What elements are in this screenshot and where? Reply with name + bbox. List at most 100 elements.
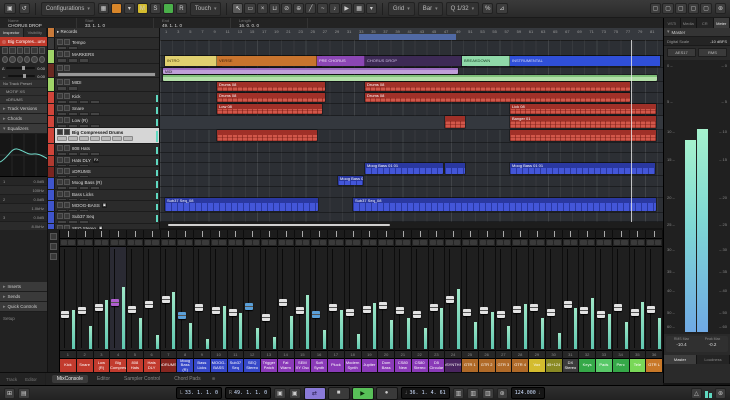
solo-button[interactable] bbox=[503, 240, 511, 245]
mixer-channel-modern-synth[interactable]: 18 Modern Synth bbox=[344, 230, 362, 372]
track-button[interactable] bbox=[57, 124, 67, 127]
meter-mode-aes17[interactable]: AES17 bbox=[667, 48, 696, 57]
window-zone-button-1[interactable]: ▢ bbox=[662, 3, 674, 14]
solo-button[interactable] bbox=[64, 202, 70, 208]
track-button[interactable] bbox=[90, 124, 100, 127]
mute-button[interactable] bbox=[262, 240, 269, 245]
track-row-low-r-[interactable]: Low (R) bbox=[48, 116, 159, 128]
eq-row-0[interactable]: 1 0.0dB bbox=[0, 177, 47, 186]
pan-control[interactable] bbox=[127, 230, 143, 239]
track-button[interactable] bbox=[57, 175, 67, 177]
track-button[interactable] bbox=[57, 152, 67, 155]
audio-part-moog-bass-01-01[interactable]: Moog Bass 01 01 bbox=[365, 163, 443, 174]
tool-icon-1[interactable]: ▭ bbox=[244, 3, 257, 14]
fader-lane[interactable] bbox=[311, 247, 327, 351]
solo-button[interactable] bbox=[604, 240, 611, 245]
solo-button[interactable] bbox=[64, 179, 70, 185]
channel-name[interactable]: CS80 Stereo bbox=[411, 359, 428, 372]
fader-lane[interactable] bbox=[194, 247, 210, 351]
right-locator-field[interactable]: R 49. 1. 1. 0 bbox=[225, 387, 272, 399]
marker-2-button[interactable]: ▥ bbox=[467, 387, 479, 399]
fader-cap[interactable] bbox=[530, 303, 538, 311]
pan-control[interactable] bbox=[60, 230, 76, 239]
mute-button[interactable] bbox=[630, 240, 637, 245]
channel-name[interactable]: GTR 3 bbox=[495, 359, 512, 372]
solo-button[interactable] bbox=[85, 240, 92, 245]
routing-row-1[interactable]: MOTIF XS bbox=[0, 88, 47, 96]
channel-name[interactable]: GTR 2 bbox=[478, 359, 495, 372]
pan-control[interactable] bbox=[428, 230, 445, 239]
track-button[interactable] bbox=[90, 100, 100, 103]
solo-button[interactable] bbox=[64, 79, 70, 85]
channel-name[interactable]: Kick bbox=[60, 359, 76, 372]
fader-lane[interactable] bbox=[545, 247, 562, 351]
fader-cap[interactable] bbox=[278, 298, 287, 306]
fader-lane[interactable] bbox=[344, 247, 361, 351]
track-button[interactable] bbox=[79, 124, 89, 127]
channel-name[interactable]: Pads bbox=[596, 359, 612, 372]
eq-row-4[interactable]: 3 0.0dB bbox=[0, 213, 47, 222]
mixer-channel-keys[interactable]: 32 Keys bbox=[579, 230, 596, 372]
track-button[interactable] bbox=[68, 46, 78, 49]
midi-part[interactable] bbox=[163, 75, 657, 81]
audio-part-drums-08[interactable]: Drums 08 bbox=[365, 93, 630, 102]
fader-lane[interactable] bbox=[562, 247, 579, 351]
mute-button[interactable] bbox=[57, 157, 63, 163]
pan-control[interactable] bbox=[294, 230, 311, 239]
mute-button[interactable] bbox=[647, 240, 654, 245]
configurations-dropdown[interactable]: Configurations ▾ bbox=[40, 1, 95, 16]
channel-name[interactable]: Bass Licks bbox=[194, 359, 210, 372]
inspector-tab-visibility[interactable]: Visibility bbox=[23, 28, 47, 37]
solo-button[interactable] bbox=[587, 240, 594, 245]
track-button[interactable] bbox=[79, 152, 89, 155]
left-zone-tab-track[interactable]: Track bbox=[4, 377, 19, 382]
play-button[interactable]: ▶ bbox=[351, 386, 374, 400]
audio-part-low-08[interactable]: Low 08 bbox=[217, 104, 322, 114]
solo-button[interactable] bbox=[403, 240, 410, 245]
fader-lane[interactable] bbox=[210, 247, 227, 351]
marker-part-intro[interactable]: INTRO bbox=[165, 56, 221, 66]
scrollbar-thumb[interactable] bbox=[168, 224, 390, 226]
playhead[interactable] bbox=[631, 40, 632, 222]
track-button[interactable] bbox=[57, 209, 67, 211]
mute-button[interactable] bbox=[312, 240, 319, 245]
mute-button[interactable] bbox=[412, 240, 420, 245]
pan-control[interactable] bbox=[562, 230, 579, 239]
track-button[interactable] bbox=[101, 136, 111, 141]
mixer-channel-808-hats[interactable]: 5 808 Hats bbox=[127, 230, 144, 372]
window-zone-button-0[interactable]: ▢ bbox=[649, 3, 662, 14]
transport-grid-icon[interactable]: ⊞ bbox=[4, 387, 16, 399]
track-row-moog-bass-r-[interactable]: Moog Bass (R) bbox=[48, 178, 159, 190]
fader-lane[interactable] bbox=[127, 247, 143, 351]
mute-button[interactable] bbox=[111, 240, 118, 245]
solo-button[interactable] bbox=[369, 240, 377, 245]
track-button[interactable] bbox=[68, 152, 78, 155]
channel-name[interactable]: Perc bbox=[612, 359, 629, 372]
fader-cap[interactable] bbox=[630, 308, 639, 316]
fader-cap[interactable] bbox=[345, 308, 354, 316]
mute-button[interactable] bbox=[57, 225, 63, 229]
mute-button[interactable] bbox=[429, 240, 436, 245]
fader-lane[interactable] bbox=[629, 247, 646, 351]
freeze-button[interactable] bbox=[38, 47, 45, 54]
mute-button[interactable] bbox=[57, 179, 63, 185]
edit-button[interactable] bbox=[31, 47, 38, 54]
solo-button[interactable] bbox=[336, 240, 343, 245]
solo-button[interactable] bbox=[64, 105, 70, 111]
solo-button[interactable] bbox=[319, 240, 326, 245]
mute-button[interactable] bbox=[57, 213, 63, 219]
solo-button[interactable] bbox=[487, 240, 494, 245]
channel-name[interactable]: Moog Bass (R) bbox=[177, 359, 193, 372]
eq-row-3[interactable]: 1.0kHz bbox=[0, 204, 47, 213]
mute-button[interactable] bbox=[57, 39, 63, 45]
fader-lane[interactable] bbox=[495, 247, 512, 351]
track-row-tempo[interactable]: Tempo bbox=[48, 38, 159, 50]
mute-button[interactable] bbox=[479, 240, 487, 245]
track-row-unnamed[interactable] bbox=[48, 64, 159, 78]
mixer-channel-dom-bass[interactable]: 20 Dom Bass bbox=[378, 230, 395, 372]
fader-cap[interactable] bbox=[446, 296, 455, 304]
track-button[interactable] bbox=[79, 175, 89, 177]
channel-name[interactable]: Big Compres bbox=[110, 359, 126, 372]
inspector-section-equalizers[interactable]: ▾ Equalizers bbox=[0, 124, 47, 134]
grid-type-dropdown[interactable]: Bar ▾ bbox=[417, 1, 443, 16]
